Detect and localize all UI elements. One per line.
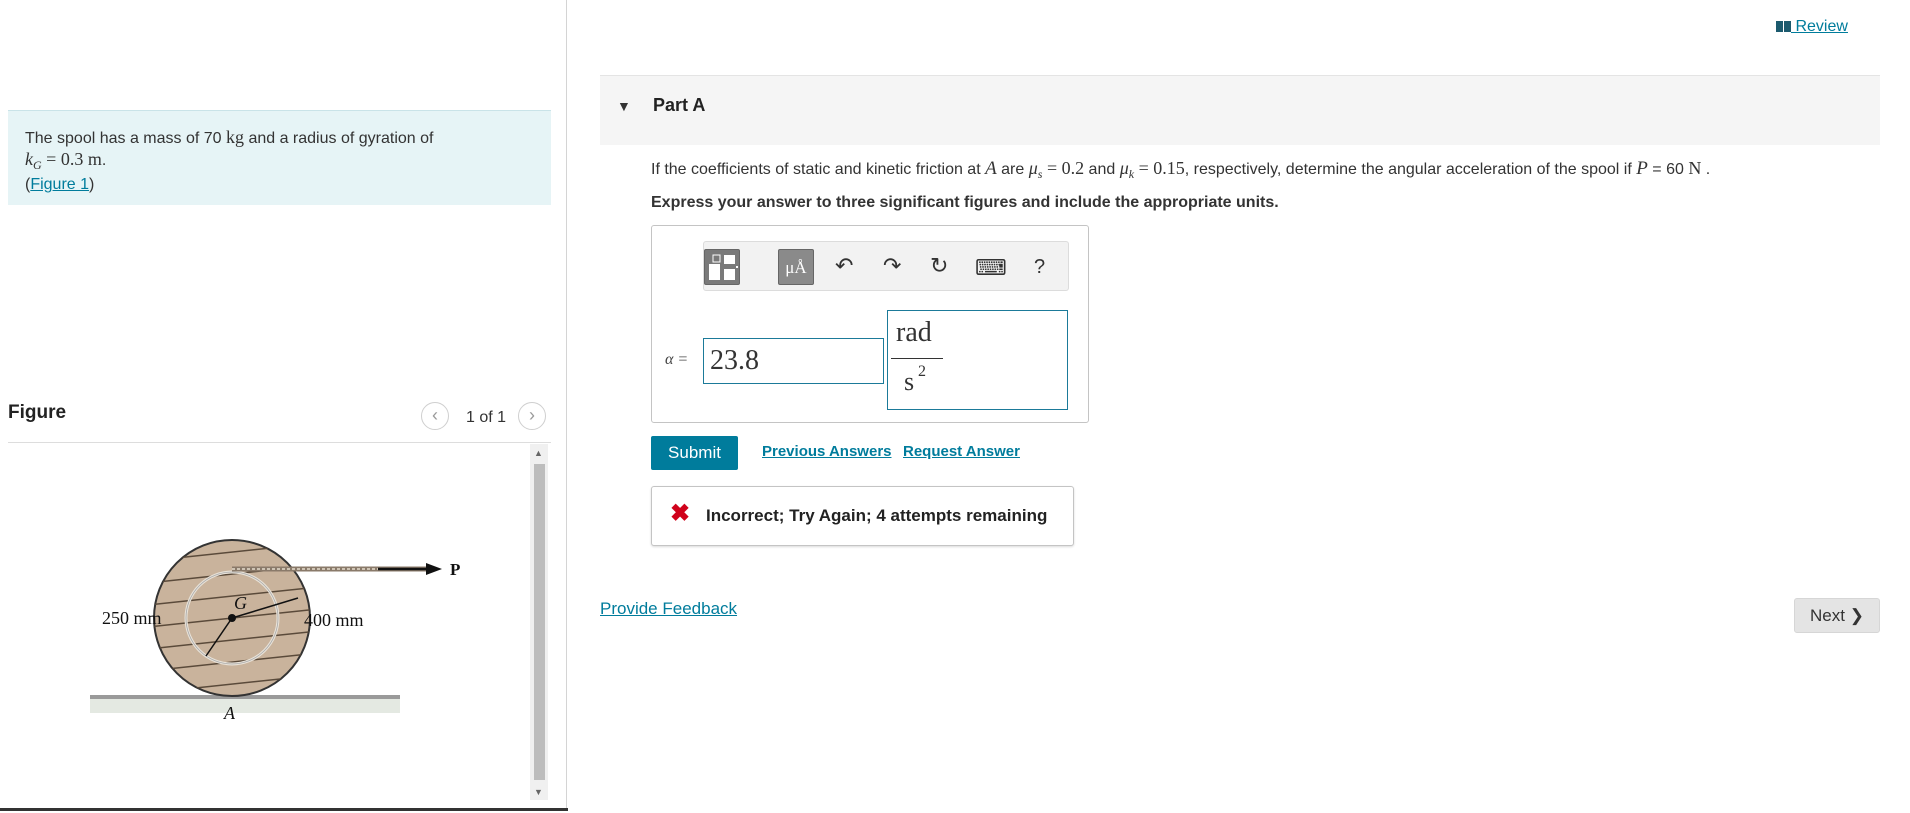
question-part: , respectively, determine the angular ac… [1184, 161, 1637, 178]
book-icon [1776, 19, 1791, 32]
feedback-box: ✖ Incorrect; Try Again; 4 attempts remai… [651, 486, 1074, 546]
problem-statement: The spool has a mass of 70 kg and a radi… [8, 110, 551, 205]
error-x-icon: ✖ [670, 500, 691, 527]
figure-scrollbar[interactable]: ▲ ▼ [530, 444, 548, 800]
mu-symbol: μ [1119, 158, 1129, 178]
unit-denominator: s [904, 367, 915, 396]
scroll-thumb[interactable] [534, 464, 545, 780]
question-part: and [1084, 161, 1120, 178]
math-toolbar: μÅ ↶ ↷ ↻ ⌨ ? [703, 241, 1069, 291]
figure-counter: 1 of 1 [466, 409, 507, 426]
answer-variable-label: α = [665, 351, 689, 368]
k-symbol: k [25, 149, 33, 169]
scroll-up-icon[interactable]: ▲ [534, 448, 543, 458]
inner-radius-label: 250 mm [102, 608, 162, 628]
question-part: . [1701, 161, 1711, 178]
question-part: If the coefficients of static and kineti… [651, 161, 986, 178]
templates-button[interactable] [704, 249, 740, 285]
center-point [228, 614, 236, 622]
panel-divider [566, 0, 567, 811]
chevron-right-icon: › [529, 405, 535, 425]
arrow-head-icon [426, 563, 442, 575]
fraction-bar [891, 358, 943, 359]
problem-text: The spool has a mass of 70 [25, 130, 226, 147]
unit-exponent: 2 [918, 363, 926, 380]
review-link[interactable]: Review [1776, 18, 1848, 36]
problem-unit: kg [226, 127, 244, 147]
figure-area: 250 mm 400 mm G A P [8, 443, 528, 808]
question-var-a: A [985, 158, 997, 179]
previous-figure-button[interactable]: ‹ [421, 402, 449, 430]
caret-down-icon[interactable]: ▼ [617, 98, 631, 114]
unit-newton: N [1688, 158, 1702, 178]
answer-box: μÅ ↶ ↷ ↻ ⌨ ? α = 23.8 rad s 2 [651, 225, 1089, 423]
question-text: If the coefficients of static and kineti… [651, 158, 1710, 182]
previous-answers-link[interactable]: Previous Answers [762, 443, 892, 460]
submit-button[interactable]: Submit [651, 436, 738, 470]
provide-feedback-link[interactable]: Provide Feedback [600, 599, 737, 619]
instruction-text: Express your answer to three significant… [651, 194, 1279, 211]
figure-link[interactable]: Figure 1 [30, 176, 89, 193]
part-a-header[interactable]: ▼ Part A [600, 75, 1880, 145]
ground-shadow [90, 699, 400, 713]
chevron-left-icon: ‹ [432, 405, 438, 425]
figure-title: Figure [8, 402, 67, 423]
mu-s-value: = 0.2 [1042, 158, 1085, 178]
request-answer-link[interactable]: Request Answer [903, 443, 1020, 460]
review-label: Review [1791, 18, 1848, 35]
next-button[interactable]: Next ❯ [1794, 598, 1880, 633]
left-panel: The spool has a mass of 70 kg and a radi… [0, 0, 566, 811]
spool-diagram: 250 mm 400 mm G A P [90, 539, 460, 723]
mu-k-value: = 0.15 [1134, 158, 1185, 178]
center-label: G [234, 593, 247, 613]
units-button[interactable]: μÅ [778, 249, 814, 285]
k-value: = 0.3 m [41, 149, 102, 169]
figure-header: Figure ‹ 1 of 1 › [8, 400, 551, 443]
help-icon[interactable]: ? [1034, 255, 1045, 279]
question-part: = 60 [1647, 161, 1689, 178]
scroll-down-icon[interactable]: ▼ [534, 787, 543, 797]
template-icon [709, 254, 738, 280]
force-label: P [450, 560, 460, 579]
next-figure-button[interactable]: › [518, 402, 546, 430]
answer-units-input[interactable]: rad s 2 [887, 310, 1068, 410]
undo-icon[interactable]: ↶ [835, 254, 853, 278]
question-var-p: P [1636, 158, 1648, 179]
k-subscript: G [33, 158, 42, 173]
unit-numerator: rad [896, 317, 932, 348]
feedback-message: Incorrect; Try Again; 4 attempts remaini… [706, 506, 1048, 525]
keyboard-icon[interactable]: ⌨ [975, 256, 1007, 280]
mu-symbol: μ [1028, 158, 1038, 178]
question-part: are [996, 161, 1029, 178]
reset-icon[interactable]: ↻ [930, 254, 948, 278]
contact-label: A [223, 703, 236, 723]
part-title: Part A [653, 95, 706, 115]
outer-radius-label: 400 mm [304, 610, 364, 630]
redo-icon[interactable]: ↷ [883, 254, 901, 278]
problem-text-end: and a radius of gyration of [244, 130, 434, 147]
answer-value-input[interactable]: 23.8 [703, 338, 884, 384]
